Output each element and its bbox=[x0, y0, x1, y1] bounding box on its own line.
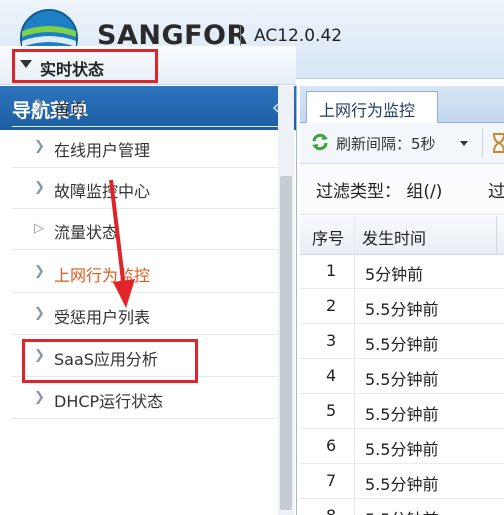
sidebar-item-online-users[interactable]: ❯ 在线用户管理 bbox=[12, 127, 278, 168]
row-time: 5.5分钟前 bbox=[365, 475, 439, 494]
row-time: 5.5分钟前 bbox=[365, 506, 438, 515]
nav-scrollbar-thumb[interactable] bbox=[280, 176, 292, 510]
sidebar-item-label: 首页 bbox=[54, 100, 87, 119]
chevron-right-icon: ❯ bbox=[34, 98, 45, 113]
annotation-box-behavior-monitor bbox=[22, 339, 198, 383]
annotation-box-group bbox=[12, 49, 158, 83]
row-index: 1 bbox=[326, 261, 337, 280]
filter-type-label[interactable]: 过滤类型： 组(/) bbox=[316, 177, 442, 202]
row-index: 7 bbox=[326, 471, 337, 490]
table-header: 序号 发生时间 bbox=[300, 216, 504, 255]
row-index: 5 bbox=[326, 401, 337, 420]
sidebar-item-fault-monitor[interactable]: ❯ 故障监控中心 bbox=[12, 168, 278, 209]
chevron-right-icon: ❯ bbox=[34, 264, 45, 279]
sidebar-item-label: DHCP运行状态 bbox=[54, 392, 164, 411]
chevron-right-icon: ❯ bbox=[34, 180, 45, 195]
row-time: 5.5分钟前 bbox=[365, 370, 439, 389]
tab-behavior-monitor[interactable]: 上网行为监控 bbox=[306, 91, 438, 123]
sidebar-item-label: 在线用户管理 bbox=[54, 141, 151, 160]
table-row[interactable]: 6 5.5分钟前 bbox=[300, 429, 504, 464]
sidebar-item-dhcp-status[interactable]: ❯ DHCP运行状态 bbox=[12, 378, 278, 419]
row-index: 3 bbox=[326, 331, 337, 350]
chevron-down-icon[interactable] bbox=[460, 141, 468, 146]
sidebar-item-behavior-monitor[interactable]: ❯ 上网行为监控 bbox=[12, 252, 278, 293]
sidebar-item-traffic-status[interactable]: ▷ 流量状态 bbox=[12, 209, 278, 250]
version-label: AC12.0.42 bbox=[254, 26, 343, 46]
sidebar-item-label: 上网行为监控 bbox=[54, 266, 151, 285]
table-row[interactable]: 1 5分钟前 bbox=[300, 254, 504, 289]
table-row[interactable]: 7 5.5分钟前 bbox=[300, 464, 504, 499]
main-panel: 上网行为监控 刷新间隔：5秒 过滤类型： 组(/) 过 序号 发生时间 1 5分… bbox=[300, 86, 504, 515]
table-row[interactable]: 5 5.5分钟前 bbox=[300, 394, 504, 429]
filter-more-label: 过 bbox=[488, 182, 504, 202]
row-index: 4 bbox=[326, 366, 337, 385]
chevron-right-icon: ❯ bbox=[34, 139, 45, 154]
table-row[interactable]: 2 5.5分钟前 bbox=[300, 289, 504, 324]
table-row[interactable]: 8 5.5分钟前 bbox=[300, 499, 504, 515]
hourglass-icon[interactable] bbox=[492, 133, 504, 153]
tab-bar: 上网行为监控 bbox=[300, 86, 504, 123]
tab-label: 上网行为监控 bbox=[319, 101, 416, 120]
column-divider bbox=[496, 216, 497, 254]
row-time: 5.5分钟前 bbox=[365, 405, 439, 424]
chevron-right-icon: ❯ bbox=[34, 390, 45, 405]
table-row[interactable]: 4 5.5分钟前 bbox=[300, 359, 504, 394]
refresh-icon[interactable] bbox=[310, 132, 330, 152]
row-time: 5.5分钟前 bbox=[365, 300, 439, 319]
refresh-interval-dropdown[interactable]: 刷新间隔：5秒 bbox=[336, 133, 436, 154]
row-time: 5.5分钟前 bbox=[365, 335, 439, 354]
sidebar-item-label: 受惩用户列表 bbox=[54, 308, 151, 327]
column-header-index[interactable]: 序号 bbox=[312, 225, 344, 249]
column-header-time[interactable]: 发生时间 bbox=[362, 225, 426, 249]
table-row[interactable]: 3 5.5分钟前 bbox=[300, 324, 504, 359]
chevron-right-icon: ❯ bbox=[34, 306, 45, 321]
chevron-right-outline-icon: ▷ bbox=[34, 221, 44, 236]
toolbar: 刷新间隔：5秒 bbox=[300, 123, 504, 164]
toolbar-divider bbox=[482, 129, 483, 157]
sidebar-item-label: 流量状态 bbox=[54, 223, 119, 242]
row-index: 2 bbox=[326, 296, 337, 315]
row-time: 5分钟前 bbox=[365, 265, 424, 284]
sidebar-item-punished-users[interactable]: ❯ 受惩用户列表 bbox=[12, 294, 278, 335]
sidebar-item-home[interactable]: ❯ 首页 bbox=[12, 86, 278, 127]
row-index: 8 bbox=[326, 506, 336, 515]
row-index: 6 bbox=[326, 436, 337, 455]
filter-bar: 过滤类型： 组(/) 过 bbox=[300, 164, 504, 215]
table-body: 1 5分钟前 2 5.5分钟前 3 5.5分钟前 4 5.5分钟前 5 5.5分… bbox=[300, 254, 504, 515]
row-time: 5.5分钟前 bbox=[365, 440, 439, 459]
sidebar-item-label: 故障监控中心 bbox=[54, 182, 151, 201]
